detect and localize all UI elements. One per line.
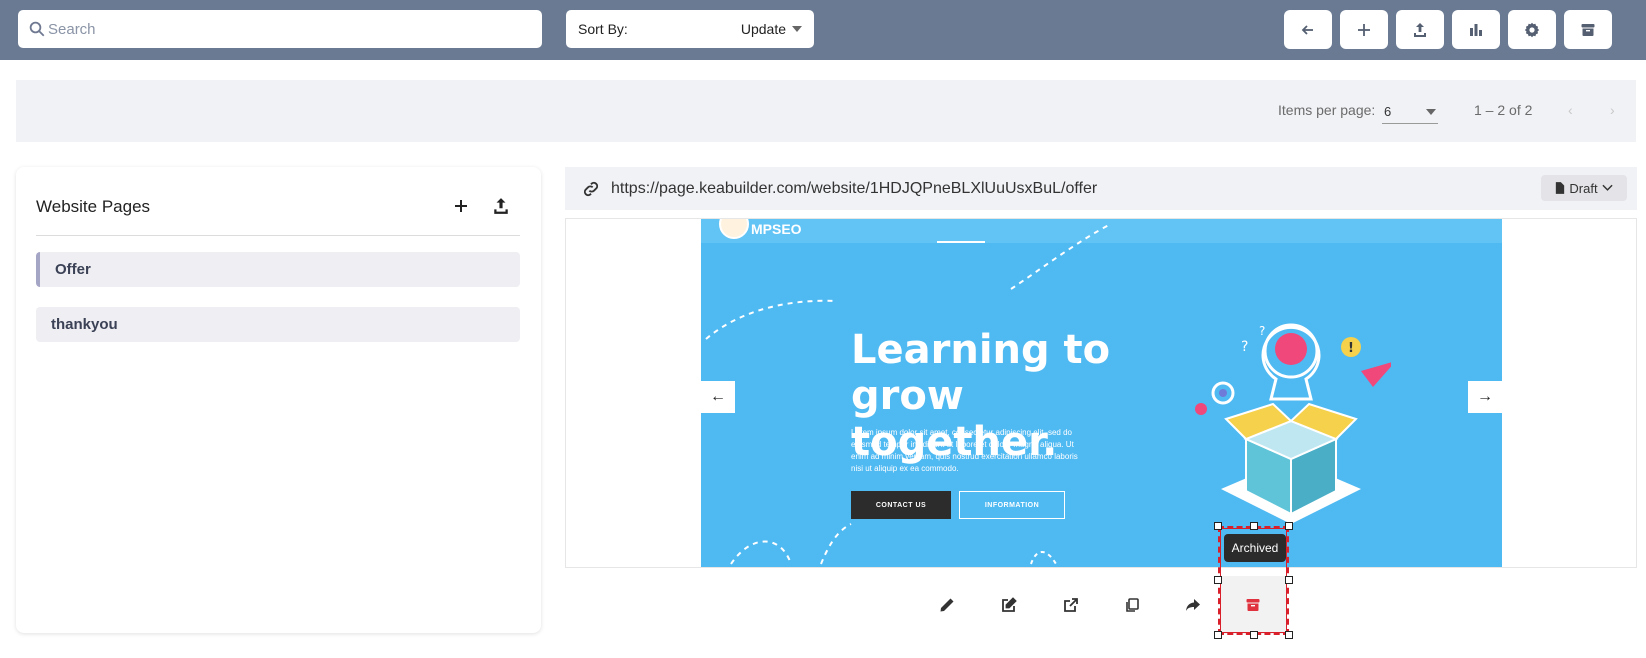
share-icon	[1186, 599, 1200, 611]
archive-toolbar-button[interactable]	[1564, 10, 1612, 49]
gear-icon	[1524, 22, 1540, 37]
chevron-down-icon	[1601, 184, 1613, 191]
svg-text:?: ?	[1241, 339, 1248, 355]
slider-next-button[interactable]: →	[1468, 381, 1502, 413]
page-item-thankyou[interactable]: thankyou	[36, 307, 520, 342]
resize-handle[interactable]	[1214, 576, 1222, 584]
open-external-button[interactable]	[1059, 593, 1083, 617]
edit-page-button[interactable]	[997, 593, 1021, 617]
resize-handle[interactable]	[1250, 522, 1258, 530]
items-per-page-label: Items per page:	[1278, 102, 1376, 118]
contact-us-button[interactable]: CONTACT US	[851, 491, 951, 519]
svg-text:!: !	[1348, 341, 1354, 356]
information-button[interactable]: INFORMATION	[959, 491, 1065, 519]
sort-by-value: Update	[740, 21, 786, 37]
preview-slide: MPSEO Learning to grow together. Lorem i…	[701, 219, 1502, 567]
panel-title: Website Pages	[36, 197, 151, 216]
resize-handle[interactable]	[1285, 631, 1293, 639]
page-range: 1 – 2 of 2	[1474, 102, 1533, 118]
chevron-down-icon	[1426, 108, 1436, 115]
page-preview[interactable]: MPSEO Learning to grow together. Lorem i…	[565, 218, 1637, 568]
divider	[36, 235, 520, 236]
upload-icon	[1414, 22, 1426, 37]
sort-by-value-wrap: Update	[741, 21, 802, 37]
svg-text:?: ?	[1259, 324, 1265, 338]
stats-button[interactable]	[1452, 10, 1500, 49]
upload-icon	[494, 198, 508, 214]
website-pages-panel: Website Pages Offer thankyou	[16, 167, 541, 633]
items-per-page-select[interactable]: 6	[1382, 100, 1438, 124]
back-arrow-icon	[1301, 24, 1313, 35]
page-item-label: thankyou	[51, 316, 118, 333]
duplicate-button[interactable]	[1120, 593, 1144, 617]
hero-body: Lorem ipsum dolor sit amet, consectetur …	[851, 428, 1078, 473]
edit-square-icon	[1002, 597, 1017, 612]
search-input[interactable]	[48, 20, 528, 38]
items-per-page-value: 6	[1384, 104, 1392, 119]
page-url-link[interactable]: https://page.keabuilder.com/website/1HDJ…	[611, 180, 1097, 198]
slider-prev-button[interactable]: ←	[701, 381, 735, 413]
upload-button[interactable]	[1396, 10, 1444, 49]
lightbulb-box-illustration: ! ? ?	[1195, 323, 1391, 524]
upload-page-button[interactable]	[490, 195, 512, 217]
archived-tooltip: Archived	[1224, 534, 1286, 562]
prev-page-button[interactable]: ‹	[1568, 102, 1573, 118]
resize-handle[interactable]	[1214, 522, 1222, 530]
external-link-icon	[1064, 598, 1078, 612]
page-url-bar: https://page.keabuilder.com/website/1HDJ…	[565, 167, 1637, 210]
plus-icon	[455, 200, 467, 212]
rename-button[interactable]	[935, 593, 959, 617]
resize-handle[interactable]	[1285, 576, 1293, 584]
resize-handle[interactable]	[1214, 631, 1222, 639]
resize-handle[interactable]	[1250, 631, 1258, 639]
page-item-offer[interactable]: Offer	[36, 252, 520, 287]
pagination-bar: Items per page: 6 1 – 2 of 2 ‹ ›	[16, 80, 1636, 142]
share-button[interactable]	[1181, 593, 1205, 617]
bar-chart-icon	[1470, 23, 1482, 36]
search-box[interactable]	[18, 10, 542, 48]
plus-icon	[1358, 23, 1370, 36]
sort-by-label: Sort By:	[578, 21, 628, 37]
pencil-icon	[940, 598, 954, 612]
status-dropdown[interactable]: Draft	[1541, 175, 1627, 201]
page-item-label: Offer	[55, 261, 91, 278]
search-icon	[28, 20, 46, 38]
archive-icon	[1581, 23, 1595, 36]
chevron-down-icon	[792, 26, 802, 32]
next-page-button[interactable]: ›	[1610, 102, 1615, 118]
sort-by-select[interactable]: Sort By: Update	[566, 10, 814, 48]
settings-button[interactable]	[1508, 10, 1556, 49]
file-icon	[1556, 182, 1565, 194]
add-button[interactable]	[1340, 10, 1388, 49]
link-icon	[583, 181, 599, 196]
top-toolbar: Sort By: Update	[0, 0, 1646, 60]
copy-icon	[1126, 598, 1139, 612]
status-label: Draft	[1569, 180, 1598, 196]
resize-handle[interactable]	[1285, 522, 1293, 530]
back-button[interactable]	[1284, 10, 1332, 49]
add-page-button[interactable]	[450, 195, 472, 217]
